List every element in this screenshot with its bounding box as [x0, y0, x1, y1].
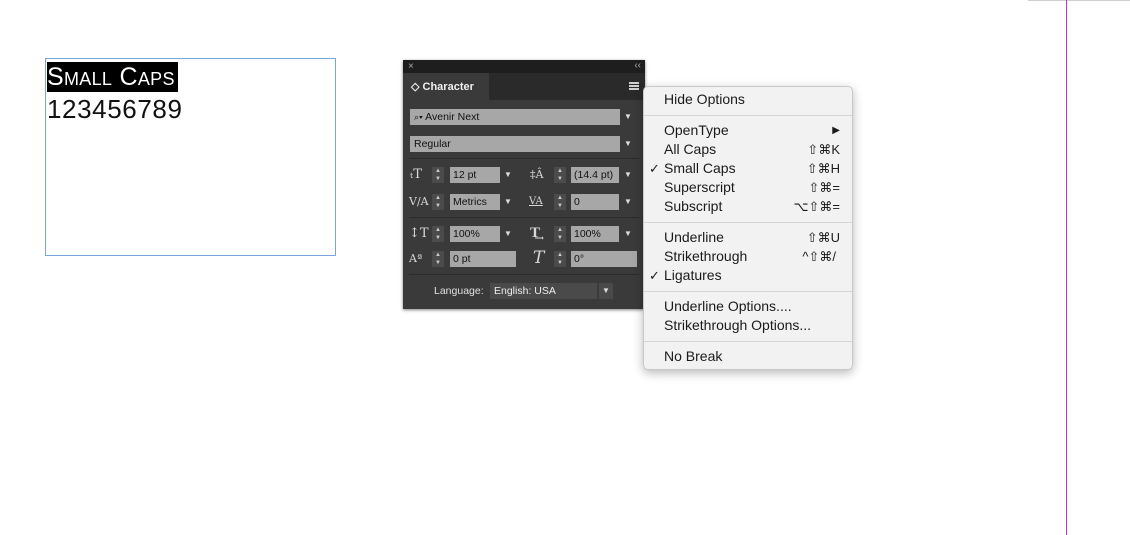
- strikethrough-shortcut: ^⇧⌘/: [802, 249, 836, 264]
- skew-icon: T: [533, 248, 545, 268]
- font-size-stepper[interactable]: ▲ ▼: [432, 167, 444, 183]
- panel-tab-row: ◇ Character: [403, 73, 645, 100]
- submenu-arrow-icon: ▶: [832, 125, 840, 136]
- language-chevron-down-icon[interactable]: ▼: [599, 283, 613, 299]
- language-label: Language:: [434, 285, 484, 297]
- menu-item-underline[interactable]: Underline: [664, 228, 724, 247]
- menu-separator: [644, 291, 852, 292]
- page-top-edge: [1028, 0, 1130, 1]
- font-style-dropdown[interactable]: Regular: [410, 136, 620, 152]
- subscript-shortcut: ⌥⇧⌘=: [793, 199, 840, 214]
- text-frame[interactable]: SMALL CAPS 123456789: [45, 58, 336, 256]
- horizontal-scale-stepper[interactable]: ▲ ▼: [554, 226, 566, 242]
- collapse-icon[interactable]: ‹‹: [634, 60, 641, 72]
- panel-title-bar[interactable]: × ‹‹: [403, 60, 645, 73]
- font-size-field[interactable]: 12 pt: [450, 167, 500, 183]
- font-size-icon: ₜT: [410, 167, 422, 182]
- leading-icon: ‡Â: [530, 168, 544, 181]
- menu-item-subscript[interactable]: Subscript: [664, 197, 722, 216]
- kerning-field[interactable]: Metrics: [450, 194, 500, 210]
- leading-stepper[interactable]: ▲ ▼: [554, 167, 566, 183]
- menu-separator: [644, 115, 852, 116]
- selected-small-caps-text[interactable]: SMALL CAPS: [47, 62, 178, 92]
- tab-character[interactable]: ◇ Character: [403, 73, 489, 100]
- menu-item-underline-options[interactable]: Underline Options....: [664, 297, 792, 316]
- panel-divider: [409, 274, 639, 275]
- vertical-scale-icon: ↕T: [409, 226, 429, 241]
- leading-field[interactable]: (14.4 pt): [571, 167, 619, 183]
- font-family-value: Avenir Next: [425, 111, 480, 123]
- menu-item-opentype[interactable]: OpenType: [664, 121, 729, 140]
- margin-guide: [1066, 0, 1067, 535]
- panel-menu-icon[interactable]: [629, 82, 639, 90]
- digits-text[interactable]: 123456789: [47, 94, 183, 124]
- tracking-field[interactable]: 0: [571, 194, 619, 210]
- font-family-dropdown[interactable]: ⌕▾ Avenir Next: [410, 109, 620, 125]
- small-caps-checkmark-icon: ✓: [649, 161, 660, 176]
- menu-item-all-caps[interactable]: All Caps: [664, 140, 716, 159]
- menu-item-strikethrough[interactable]: Strikethrough: [664, 247, 747, 266]
- font-family-chevron-down-icon[interactable]: ▼: [621, 109, 635, 125]
- vertical-scale-field[interactable]: 100%: [450, 226, 500, 242]
- tab-character-label: ◇ Character: [411, 81, 474, 93]
- menu-item-hide-options[interactable]: Hide Options: [664, 90, 745, 109]
- tracking-icon: VA: [529, 196, 543, 207]
- menu-item-superscript[interactable]: Superscript: [664, 178, 735, 197]
- menu-item-no-break[interactable]: No Break: [664, 347, 722, 366]
- tracking-stepper[interactable]: ▲ ▼: [554, 194, 566, 210]
- panel-divider: [409, 217, 639, 218]
- font-style-chevron-down-icon[interactable]: ▼: [621, 136, 635, 152]
- skew-field[interactable]: 0°: [571, 251, 637, 267]
- search-icon: ⌕▾: [414, 112, 423, 122]
- baseline-shift-stepper[interactable]: ▲ ▼: [432, 251, 444, 267]
- language-dropdown[interactable]: English: USA: [490, 283, 597, 299]
- menu-separator: [644, 341, 852, 342]
- menu-separator: [644, 222, 852, 223]
- small-caps-shortcut: ⇧⌘H: [806, 161, 840, 176]
- baseline-shift-icon: Aª: [409, 252, 423, 265]
- character-panel: × ‹‹ ◇ Character ⌕▾ Avenir Next ▼ Regula…: [403, 60, 645, 309]
- skew-stepper[interactable]: ▲ ▼: [554, 251, 566, 267]
- font-size-chevron-down-icon[interactable]: ▼: [501, 167, 515, 183]
- underline-shortcut: ⇧⌘U: [806, 230, 840, 245]
- tracking-chevron-down-icon[interactable]: ▼: [621, 194, 635, 210]
- kerning-chevron-down-icon[interactable]: ▼: [501, 194, 515, 210]
- menu-item-ligatures[interactable]: Ligatures: [664, 266, 722, 285]
- vertical-scale-stepper[interactable]: ▲ ▼: [432, 226, 444, 242]
- superscript-shortcut: ⇧⌘=: [808, 180, 840, 195]
- panel-divider: [409, 158, 639, 159]
- ligatures-checkmark-icon: ✓: [649, 268, 660, 283]
- close-icon[interactable]: ×: [408, 60, 414, 73]
- menu-item-small-caps[interactable]: Small Caps: [664, 159, 736, 178]
- kerning-icon: V/A: [409, 195, 429, 208]
- all-caps-shortcut: ⇧⌘K: [807, 142, 840, 157]
- kerning-stepper[interactable]: ▲ ▼: [432, 194, 444, 210]
- baseline-shift-field[interactable]: 0 pt: [450, 251, 516, 267]
- leading-chevron-down-icon[interactable]: ▼: [621, 167, 635, 183]
- horizontal-scale-chevron-down-icon[interactable]: ▼: [621, 226, 635, 242]
- menu-item-strikethrough-options[interactable]: Strikethrough Options...: [664, 316, 811, 335]
- horizontal-scale-icon: T͢: [530, 223, 541, 241]
- horizontal-scale-field[interactable]: 100%: [571, 226, 619, 242]
- character-panel-flyout-menu: Hide Options OpenType ▶ All Caps ⇧⌘K ✓ S…: [643, 86, 853, 370]
- vertical-scale-chevron-down-icon[interactable]: ▼: [501, 226, 515, 242]
